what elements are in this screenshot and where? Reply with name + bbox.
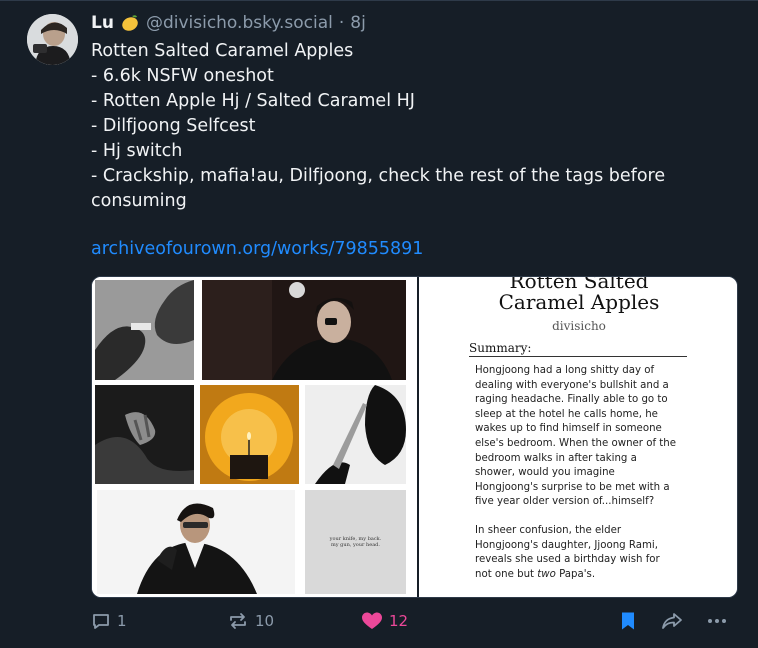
more-icon [706,611,728,631]
moodboard-tile-portrait [202,280,406,380]
doc-line: Hongjoong's daughter, Jjoong Rami, [475,539,658,551]
repost-icon [227,611,249,631]
post-text-line: - 6.6k NSFW oneshot [91,66,274,86]
doc-summary-body: Hongjoong had a long shitty day of deali… [475,364,690,596]
post-text-line: consuming [91,191,187,211]
heart-icon [361,611,383,631]
action-bar: 1 10 12 [0,606,758,636]
post-text-line: - Crackship, mafia!au, Dilfjoong, check … [91,166,666,186]
lemon-emoji-icon [120,13,140,33]
doc-line: shower, would you imagine [475,467,615,479]
moodboard-tile-suit [97,490,295,594]
post-text-line: - Dilfjoong Selfcest [91,116,256,136]
avatar[interactable] [27,14,78,65]
doc-line: five year older version of...himself? [475,496,655,508]
moodboard-image[interactable]: your knife, my back. my gun, your head. [92,277,411,597]
media-embed[interactable]: your knife, my back. my gun, your head. … [91,276,738,598]
like-count: 12 [389,612,409,630]
quote-caption: your knife, my back. my gun, your head. [329,535,382,549]
post-text-line: Rotten Salted Caramel Apples [91,41,354,61]
doc-summary-label: Summary: [469,341,532,355]
doc-title-line2: Caramel Apples [498,290,660,314]
post-text-line: - Rotten Apple Hj / Salted Caramel HJ [91,91,415,111]
timestamp[interactable]: 8j [350,13,366,33]
doc-line: sleep at the hotel he calls home, he [475,408,658,420]
post-link[interactable]: archiveofourown.org/works/79855891 [91,239,423,259]
author-handle[interactable]: @divisicho.bsky.social [146,13,333,33]
moodboard-tile-knife [305,385,406,484]
bookmark-icon [619,611,637,631]
doc-line: Hongjoong's surprise to be met with a [475,481,670,493]
repost-button[interactable]: 10 [227,606,274,636]
post-text: Rotten Salted Caramel Apples - 6.6k NSFW… [91,39,711,214]
fic-summary-image[interactable]: Rotten Salted Caramel Apples divisicho S… [417,277,737,597]
display-name[interactable]: Lu [91,13,114,33]
doc-line: else's bedroom. When the owner of the [475,437,676,449]
repost-count: 10 [255,612,275,630]
reply-icon [91,611,111,631]
doc-line-end: Papa's. [559,568,596,580]
doc-line: bedroom walks in after taking a [475,452,637,464]
doc-author: divisicho [552,319,606,333]
doc-line: wakes up to find himself in someone [475,423,662,435]
divider [0,0,758,1]
post: Lu @divisicho.bsky.social · 8j Rotten Sa… [0,0,758,648]
doc-italic: two [537,568,556,580]
doc-line: In sheer confusion, the elder [475,524,622,536]
share-button[interactable] [661,606,683,636]
doc-line: raging headache. Finally able to go to [475,394,668,406]
moodboard-tile-lips [95,280,194,380]
separator: · [338,13,345,33]
doc-line: Hongjoong had a long shitty day of [475,365,655,376]
doc-line: dealing with everyone's bullshit and a [475,379,669,391]
moodboard-tile-hands [95,385,194,484]
share-icon [661,611,683,631]
bookmark-button[interactable] [619,606,637,636]
more-options-button[interactable] [706,606,728,636]
like-button[interactable]: 12 [361,606,408,636]
doc-line: reveals she used a birthday wish for [475,554,660,566]
moodboard-tile-cake [200,385,299,484]
post-text-line: - Hj switch [91,141,183,161]
reply-button[interactable]: 1 [91,606,127,636]
doc-line: not one but [475,568,535,580]
reply-count: 1 [117,612,127,630]
post-header: Lu @divisicho.bsky.social · 8j [91,11,366,35]
doc-rule [469,356,687,357]
moodboard-tile-quote: your knife, my back. my gun, your head. [305,490,406,594]
